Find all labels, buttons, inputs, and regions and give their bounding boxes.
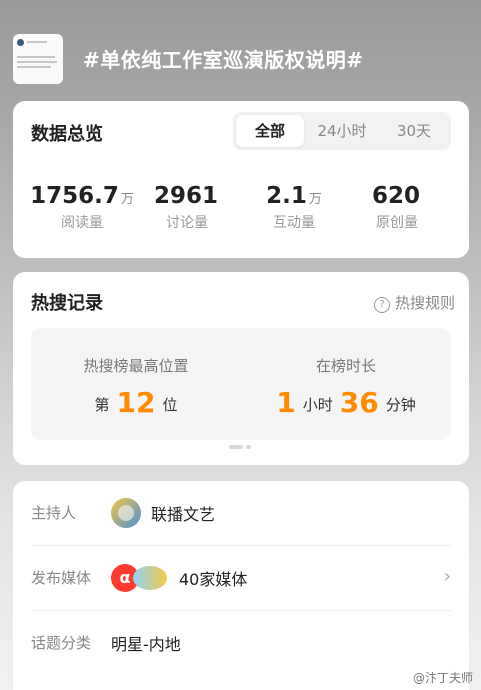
host-label: 主持人: [31, 504, 77, 522]
hot-search-rules-link[interactable]: ? 热搜规则: [373, 292, 455, 313]
carousel-indicator: [229, 445, 254, 464]
stat-value: 620: [371, 183, 420, 209]
host-name: 联播文艺: [151, 505, 216, 524]
topic-header: #单依纯工作室巡演版权说明#: [13, 34, 473, 84]
topic-thumbnail[interactable]: [13, 34, 63, 84]
tab-30d[interactable]: 30天: [380, 115, 448, 147]
hot-search-title: 热搜记录: [31, 293, 103, 314]
stat-label: 阅读量: [61, 215, 103, 231]
stat-label: 原创量: [376, 215, 418, 231]
watermark: @汴丁夫师: [412, 671, 473, 685]
position-suffix: 位: [162, 396, 178, 414]
stat-unit: 万: [308, 192, 322, 207]
hot-search-stats: 热搜榜最高位置 第 12 位 在榜时长 1 小时 36 分钟: [31, 328, 451, 440]
position-value: 12: [116, 386, 156, 419]
tab-all[interactable]: 全部: [236, 115, 304, 147]
category-value: 明星-内地: [111, 635, 181, 654]
duration-hours: 1: [276, 386, 296, 419]
host-row[interactable]: 主持人 联播文艺: [31, 481, 451, 545]
stat-discussions: 2961 讨论量: [132, 183, 242, 232]
stat-value: 2961: [153, 183, 218, 209]
question-circle-icon: ?: [373, 297, 390, 313]
overview-title: 数据总览: [31, 124, 103, 145]
media-logos: α: [111, 564, 167, 592]
category-label: 话题分类: [31, 634, 92, 652]
highest-position-label: 热搜榜最高位置: [83, 357, 189, 375]
on-list-duration: 在榜时长 1 小时 36 分钟: [241, 328, 451, 419]
stat-value: 2.1: [266, 183, 307, 209]
hours-unit: 小时: [302, 396, 333, 414]
host-avatar: [111, 498, 141, 528]
media-row[interactable]: 发布媒体 α 40家媒体 ›: [31, 546, 451, 610]
stat-reads: 1756.7 万 阅读量: [27, 183, 137, 232]
tab-24h[interactable]: 24小时: [307, 115, 377, 147]
stat-label: 互动量: [273, 215, 315, 231]
media-count: 40家媒体: [179, 570, 248, 589]
duration-label: 在榜时长: [315, 357, 376, 375]
position-prefix: 第: [94, 396, 110, 414]
data-overview-card: 数据总览 全部 24小时 30天 1756.7 万 阅读量 2961 讨论量 2.…: [13, 101, 469, 258]
chevron-right-icon: ›: [443, 566, 451, 587]
stat-original: 620 原创量: [342, 183, 452, 232]
rules-label: 热搜规则: [394, 294, 455, 312]
category-row: 话题分类 明星-内地: [31, 611, 451, 675]
duration-minutes: 36: [339, 386, 379, 419]
stat-value: 1756.7: [30, 183, 119, 209]
stat-label: 讨论量: [166, 215, 208, 231]
stat-interactions: 2.1 万 互动量: [239, 183, 349, 232]
topic-info-card: 主持人 联播文艺 发布媒体 α 40家媒体 › 话题分类 明星-内地: [13, 481, 469, 690]
time-range-tabs: 全部 24小时 30天: [233, 112, 451, 150]
minutes-unit: 分钟: [385, 396, 416, 414]
topic-title: #单依纯工作室巡演版权说明#: [83, 48, 364, 72]
hot-search-card: 热搜记录 ? 热搜规则 热搜榜最高位置 第 12 位 在榜时长 1 小时 36 分钟: [13, 272, 469, 465]
media-label: 发布媒体: [31, 569, 92, 587]
highest-position: 热搜榜最高位置 第 12 位: [31, 328, 241, 419]
